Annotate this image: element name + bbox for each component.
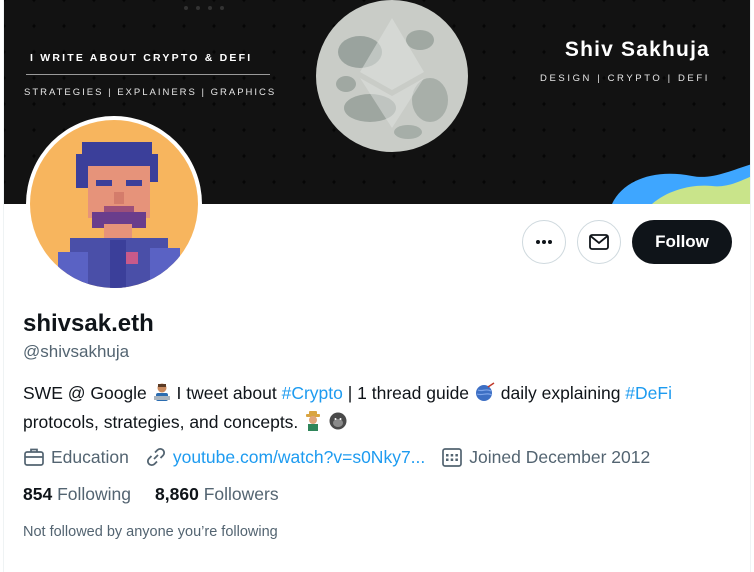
profile-avatar[interactable] [26, 116, 202, 292]
more-button[interactable] [522, 220, 566, 264]
yarn-emoji-icon [474, 382, 496, 409]
following-label: Following [57, 484, 132, 504]
user-handle: @shivsakhuja [23, 342, 130, 361]
hashtag-crypto-link[interactable]: #Crypto [282, 383, 343, 403]
follow-button[interactable]: Follow [632, 220, 732, 264]
moon-ethereum-logo [316, 0, 468, 152]
following-link[interactable]: 854 Following [23, 484, 131, 505]
gorilla-emoji-icon [328, 411, 348, 438]
banner-right-title: Shiv Sakhuja [564, 38, 710, 61]
followers-count: 8,860 [155, 484, 199, 504]
banner-right-subtitle: DESIGN | CRYPTO | DEFI [540, 73, 710, 84]
followers-link[interactable]: 8,860 Followers [155, 484, 279, 505]
followers-label: Followers [203, 484, 279, 504]
joined-date: Joined December 2012 [469, 446, 651, 467]
following-count: 854 [23, 484, 53, 504]
envelope-icon [589, 234, 609, 250]
bio-text: I tweet about [171, 383, 282, 403]
briefcase-icon [24, 448, 44, 466]
link-icon [146, 447, 165, 467]
category-label: Education [51, 446, 129, 467]
message-button[interactable] [577, 220, 621, 264]
bio-text: SWE @ Google [23, 383, 152, 403]
website-link[interactable]: youtube.com/watch?v=s0Nky7... [173, 447, 425, 468]
hashtag-defi-link[interactable]: #DeFi [625, 383, 672, 403]
bio-text: | 1 thread guide [342, 383, 474, 403]
farmer-emoji-icon [303, 411, 323, 438]
pixel-portrait-image [30, 120, 198, 288]
technologist-emoji-icon [152, 382, 172, 409]
profile-page: I WRITE ABOUT CRYPTO & DEFI STRATEGIES |… [3, 0, 751, 572]
follow-stats: 854 Following 8,860 Followers [23, 484, 303, 505]
dots-decoration [184, 6, 224, 10]
not-followed-note: Not followed by anyone you’re following [23, 524, 278, 540]
banner-divider [26, 74, 270, 75]
profile-meta: Education youtube.com/watch?v=s0Nky7... … [23, 445, 666, 469]
banner-left-title: I WRITE ABOUT CRYPTO & DEFI [30, 52, 253, 64]
joined-item: Joined December 2012 [441, 446, 650, 468]
banner-left-subtitle: STRATEGIES | EXPLAINERS | GRAPHICS [24, 87, 277, 98]
bio-text: protocols, strategies, and concepts. [23, 412, 304, 432]
website-item[interactable]: youtube.com/watch?v=s0Nky7... [145, 446, 425, 468]
bio-text: daily explaining [495, 383, 626, 403]
calendar-icon [442, 448, 463, 467]
category-item: Education [23, 446, 129, 468]
profile-bio: SWE @ Google I tweet about #Crypto | 1 t… [23, 380, 733, 438]
wave-decoration [612, 164, 750, 204]
more-horizontal-icon [536, 240, 552, 244]
display-name: shivsak.eth [23, 310, 154, 337]
